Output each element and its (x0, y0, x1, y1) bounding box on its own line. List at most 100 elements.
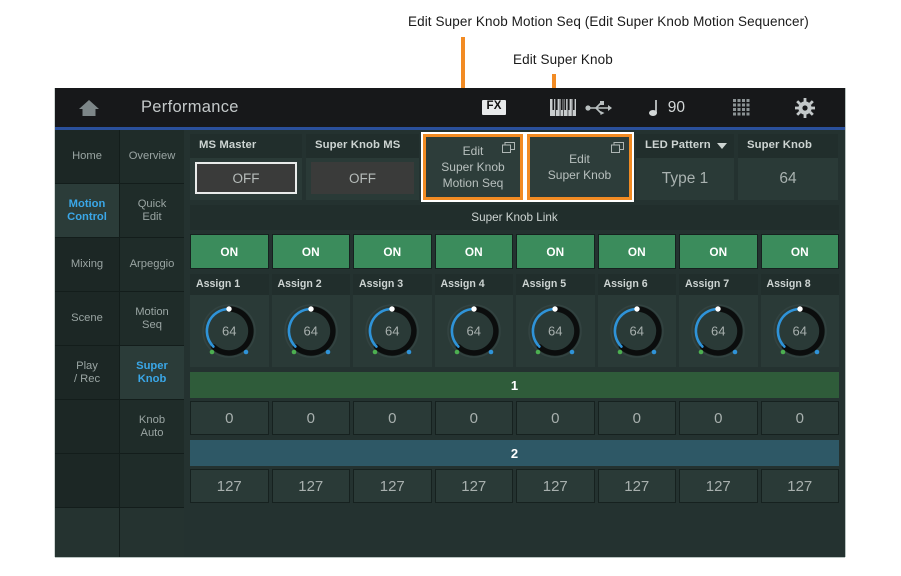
sidebar-item-overview[interactable]: Overview (120, 130, 184, 184)
value-row-2-box-4[interactable]: 127 (434, 469, 513, 503)
sidebar-item-motion-control[interactable]: Motion Control (55, 184, 119, 238)
sidebar-item-super-knob[interactable]: Super Knob (120, 346, 184, 400)
value-row-1-box-6[interactable]: 0 (597, 401, 676, 435)
assign-cell-5: Assign 5 64 (516, 274, 595, 367)
screen-body: Home Motion Control Mixing Scene Play / … (55, 130, 845, 557)
ms-master-label: MS Master (190, 134, 302, 158)
link-toggle-2[interactable]: ON (271, 234, 350, 269)
assign-knob-value-5: 64 (548, 323, 563, 339)
sidebar-item-home[interactable]: Home (55, 130, 119, 184)
sidebar-item-play-rec[interactable]: Play / Rec (55, 346, 119, 400)
assign-knob-5[interactable]: 64 (516, 295, 595, 367)
sidebar: Home Motion Control Mixing Scene Play / … (55, 130, 184, 557)
value-row-1-box-4[interactable]: 0 (434, 401, 513, 435)
edit-super-knob-line1: Edit (569, 152, 590, 166)
edit-motion-seq-line2: Super Knob (441, 160, 505, 174)
assign-label-6: Assign 6 (597, 274, 676, 295)
value-row-1-box-1[interactable]: 0 (190, 401, 269, 435)
link-toggle-6[interactable]: ON (597, 234, 676, 269)
assign-label-2: Assign 2 (271, 274, 350, 295)
assign-knob-2[interactable]: 64 (272, 295, 351, 367)
sidebar-item-arpeggio[interactable]: Arpeggio (120, 238, 184, 292)
led-pattern-value[interactable]: Type 1 (636, 158, 734, 200)
sidebar-item-knob-auto[interactable]: Knob Auto (120, 400, 184, 454)
link-toggle-3[interactable]: ON (353, 234, 432, 269)
edit-motion-seq-line3: Motion Seq (442, 176, 504, 190)
value-row-2-box-8[interactable]: 127 (760, 469, 839, 503)
gear-icon[interactable] (795, 97, 815, 118)
value-row-1-box-3[interactable]: 0 (353, 401, 432, 435)
sidebar-item-label-line2: Seq (142, 318, 162, 331)
value-row-2-box-6[interactable]: 127 (597, 469, 676, 503)
assign-cell-3: Assign 3 64 (353, 274, 432, 367)
super-knob-value[interactable]: 64 (738, 158, 838, 200)
sidebar-item-label-line2: Edit (142, 210, 162, 223)
super-knob-ms-cell: Super Knob MS OFF (306, 134, 419, 200)
assign-knob-1[interactable]: 64 (190, 295, 269, 367)
sidebar-item-label: Overview (128, 150, 176, 162)
assign-knob-7[interactable]: 64 (679, 295, 758, 367)
sidebar-item-motion-seq[interactable]: Motion Seq (120, 292, 184, 346)
sidebar-item-mixing[interactable]: Mixing (55, 238, 119, 292)
value-row-1: 0 0 0 0 0 0 0 0 (190, 401, 839, 435)
edit-motion-seq-line1: Edit (462, 144, 484, 158)
device-screen: Performance FX 90 Home Motion Control Mi… (55, 88, 845, 557)
fx-badge[interactable]: FX (482, 100, 506, 115)
callout-label-edit-super-knob: Edit Super Knob (513, 52, 613, 67)
value-row-2-box-1[interactable]: 127 (190, 469, 269, 503)
sidebar-item-label-line1: Knob (138, 413, 166, 426)
tempo-indicator[interactable]: 90 (648, 99, 685, 117)
ms-master-toggle[interactable]: OFF (195, 162, 297, 194)
link-toggle-4[interactable]: ON (434, 234, 513, 269)
sidebar-item-label: Arpeggio (129, 258, 175, 270)
link-toggle-7[interactable]: ON (679, 234, 758, 269)
led-pattern-cell[interactable]: LED Pattern Type 1 (636, 134, 734, 200)
link-toggle-1[interactable]: ON (190, 234, 269, 269)
value-row-2-box-3[interactable]: 127 (353, 469, 432, 503)
super-knob-ms-toggle[interactable]: OFF (311, 162, 414, 194)
assign-knob-8[interactable]: 64 (761, 295, 840, 367)
quarter-note-icon (648, 99, 660, 117)
assign-label-1: Assign 1 (190, 274, 269, 295)
sidebar-item-label-line1: Super (136, 359, 168, 372)
sidebar-item-label: Scene (71, 312, 103, 324)
edit-super-knob-motion-seq-button[interactable]: Edit Super Knob Motion Seq (421, 132, 525, 202)
assign-cell-7: Assign 7 64 (679, 274, 758, 367)
keyboard-icon (549, 99, 576, 116)
sidebar-column-primary: Home Motion Control Mixing Scene Play / … (55, 130, 120, 557)
value-row-2-box-7[interactable]: 127 (679, 469, 758, 503)
value-row-2-box-5[interactable]: 127 (516, 469, 595, 503)
value-row-2-box-2[interactable]: 127 (271, 469, 350, 503)
chevron-down-icon[interactable] (717, 143, 727, 149)
popup-window-icon (611, 141, 624, 157)
value-row-1-box-2[interactable]: 0 (271, 401, 350, 435)
edit-super-knob-button[interactable]: Edit Super Knob (525, 132, 634, 202)
assign-cell-6: Assign 6 64 (597, 274, 677, 367)
edit-super-knob-label: Edit Super Knob (548, 151, 611, 183)
link-toggle-8[interactable]: ON (760, 234, 839, 269)
assign-knob-3[interactable]: 64 (353, 295, 432, 367)
sidebar-item-label-line1: Play (76, 359, 98, 372)
link-toggle-5[interactable]: ON (516, 234, 595, 269)
value-row-1-box-7[interactable]: 0 (679, 401, 758, 435)
home-icon[interactable] (77, 97, 101, 119)
top-bar: Performance FX 90 (55, 88, 845, 130)
assign-cell-1: Assign 1 64 (190, 274, 269, 367)
sidebar-item-label-line1: Motion (135, 305, 169, 318)
super-knob-link-header: Super Knob Link (190, 205, 839, 230)
assign-knob-6[interactable]: 64 (598, 295, 677, 367)
grid-icon[interactable] (733, 99, 753, 116)
ms-master-cell: MS Master OFF (190, 134, 302, 200)
assign-knob-value-7: 64 (711, 323, 726, 339)
sidebar-item-quick-edit[interactable]: Quick Edit (120, 184, 184, 238)
page-title: Performance (141, 98, 239, 116)
value-row-2: 127 127 127 127 127 127 127 127 (190, 469, 839, 503)
super-knob-value-cell[interactable]: Super Knob 64 (738, 134, 838, 200)
value-row-1-box-8[interactable]: 0 (760, 401, 839, 435)
top-bar-status-group: FX 90 (482, 97, 815, 118)
assign-knob-value-1: 64 (222, 323, 237, 339)
assign-knob-4[interactable]: 64 (435, 295, 514, 367)
sidebar-item-scene[interactable]: Scene (55, 292, 119, 346)
sidebar-item-label-line1: Motion (68, 197, 106, 210)
value-row-1-box-5[interactable]: 0 (516, 401, 595, 435)
